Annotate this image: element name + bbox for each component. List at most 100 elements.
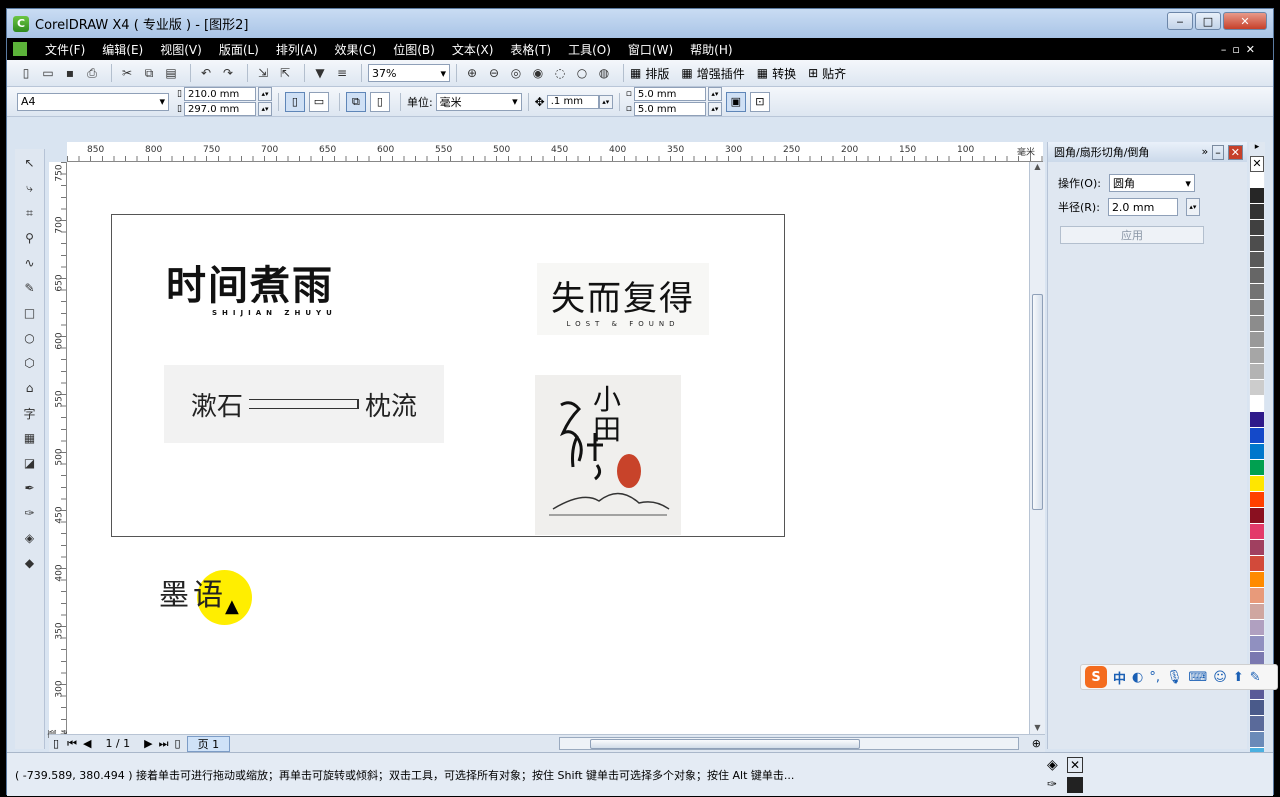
page-height-field[interactable]: 297.0 mm <box>183 102 256 116</box>
text-moyu[interactable]: 墨语 <box>159 570 227 614</box>
prev-page-icon[interactable]: ◀ <box>83 737 91 750</box>
color-palette[interactable]: ▸ ✕ <box>1249 142 1265 764</box>
nudge-spinner[interactable]: ▴▾ <box>598 94 613 109</box>
palette-swatch[interactable] <box>1250 188 1264 204</box>
outline-color-swatch[interactable] <box>1067 777 1083 793</box>
all-pages-button[interactable]: ⧉ <box>345 91 366 112</box>
palette-swatch[interactable] <box>1250 172 1264 188</box>
palette-swatch[interactable] <box>1250 380 1264 396</box>
outline-indicator-icon[interactable]: ✑ <box>1047 777 1057 791</box>
palette-swatch[interactable] <box>1250 460 1264 476</box>
zoom-page-icon[interactable]: ◌ <box>551 64 569 82</box>
portrait-button[interactable]: ▯ <box>284 91 305 112</box>
zoom-in-icon[interactable]: ⊕ <box>463 64 481 82</box>
palette-swatch[interactable] <box>1250 252 1264 268</box>
export-icon[interactable]: ⇱ <box>276 64 294 82</box>
palette-swatch[interactable] <box>1250 444 1264 460</box>
dup-x-spinner[interactable]: ▴▾ <box>707 87 722 101</box>
palette-swatch[interactable] <box>1250 300 1264 316</box>
palette-swatch[interactable] <box>1250 364 1264 380</box>
redo-icon[interactable]: ↷ <box>219 64 237 82</box>
navigator-icon[interactable]: ⊕ <box>1032 737 1041 750</box>
page-frame[interactable]: 时间煮雨 SHIJIAN ZHUYU 失而复得 LOST & FOUND 漱石 … <box>111 214 785 537</box>
freehand-tool-icon[interactable]: ∿ <box>19 252 41 274</box>
menu-view[interactable]: 视图(V) <box>160 41 202 58</box>
menu-text[interactable]: 文本(X) <box>452 41 494 58</box>
docker-expand-icon[interactable]: » <box>1202 145 1209 160</box>
palette-swatch[interactable] <box>1250 428 1264 444</box>
palette-swatch[interactable] <box>1250 716 1264 732</box>
convert-button[interactable]: ▦ 转换 <box>757 65 796 82</box>
palette-swatch[interactable] <box>1250 524 1264 540</box>
menu-tools[interactable]: 工具(O) <box>568 41 611 58</box>
palette-swatch[interactable] <box>1250 604 1264 620</box>
palette-swatch[interactable] <box>1250 636 1264 652</box>
interactive-blend-tool-icon[interactable]: ◪ <box>19 452 41 474</box>
print-icon[interactable]: ⎙ <box>83 64 101 82</box>
docker-minimize-icon[interactable]: – <box>1212 144 1224 160</box>
landscape-button[interactable]: ▭ <box>308 91 329 112</box>
palette-swatch[interactable] <box>1250 332 1264 348</box>
microphone-icon[interactable]: 🎙 <box>1166 670 1183 685</box>
menu-table[interactable]: 表格(T) <box>510 41 551 58</box>
pick-tool-icon[interactable]: ↖ <box>19 152 41 174</box>
user-icon[interactable]: ☺ <box>1213 670 1227 685</box>
close-button[interactable]: ✕ <box>1223 12 1267 30</box>
radius-spinner[interactable]: ▴▾ <box>1185 198 1200 216</box>
menu-effects[interactable]: 效果(C) <box>334 41 376 58</box>
palette-swatch[interactable] <box>1250 236 1264 252</box>
palette-swatch[interactable] <box>1250 268 1264 284</box>
zoom-selected-icon[interactable]: ◎ <box>507 64 525 82</box>
halfwidth-icon[interactable]: ◐ <box>1132 670 1143 685</box>
palette-swatch[interactable] <box>1250 476 1264 492</box>
height-spinner[interactable]: ▴▾ <box>257 102 272 116</box>
palette-swatch[interactable] <box>1250 508 1264 524</box>
menu-arrange[interactable]: 排列(A) <box>276 41 318 58</box>
draw-objects-button[interactable]: ⊡ <box>749 91 770 112</box>
import-icon[interactable]: ⇲ <box>254 64 272 82</box>
palette-swatch[interactable] <box>1250 204 1264 220</box>
palette-swatch[interactable] <box>1250 732 1264 748</box>
document-window-controls[interactable]: –▫✕ <box>1221 43 1261 56</box>
basic-shapes-tool-icon[interactable]: ⌂ <box>19 377 41 399</box>
page-width-field[interactable]: 210.0 mm <box>183 87 256 101</box>
apply-button[interactable]: 应用 <box>1060 226 1204 244</box>
horizontal-ruler[interactable]: 850 800 750 700 650 600 550 500 450 400 … <box>67 142 1043 162</box>
duplicate-x-field[interactable]: 5.0 mm <box>633 87 706 101</box>
fill-indicator-icon[interactable]: ◈ <box>1047 757 1058 773</box>
docker-close-icon[interactable]: ✕ <box>1227 144 1243 160</box>
outline-tool-icon[interactable]: ✑ <box>19 502 41 524</box>
paper-type-combo[interactable]: A4 ▾ <box>17 92 169 111</box>
minimize-button[interactable]: ‒ <box>1167 12 1193 30</box>
table-tool-icon[interactable]: ▦ <box>19 427 41 449</box>
width-spinner[interactable]: ▴▾ <box>257 87 272 101</box>
palette-swatch[interactable] <box>1250 492 1264 508</box>
copy-icon[interactable]: ⧉ <box>140 64 158 82</box>
palette-swatch[interactable] <box>1250 396 1264 412</box>
crop-tool-icon[interactable]: ⌗ <box>19 202 41 224</box>
undo-icon[interactable]: ↶ <box>197 64 215 82</box>
palette-swatch[interactable] <box>1250 556 1264 572</box>
palette-swatch[interactable] <box>1250 316 1264 332</box>
save-icon[interactable]: ▪ <box>61 64 79 82</box>
menu-window[interactable]: 窗口(W) <box>628 41 673 58</box>
radius-field[interactable]: 2.0 mm <box>1107 198 1178 216</box>
menu-help[interactable]: 帮助(H) <box>690 41 732 58</box>
palette-swatch[interactable] <box>1250 588 1264 604</box>
polygon-tool-icon[interactable]: ⬡ <box>19 352 41 374</box>
dup-y-spinner[interactable]: ▴▾ <box>707 102 722 116</box>
units-combo[interactable]: 毫米 ▾ <box>435 92 522 111</box>
palette-swatch[interactable] <box>1250 700 1264 716</box>
horizontal-scrollbar[interactable] <box>559 737 1019 750</box>
palette-swatch[interactable] <box>1250 284 1264 300</box>
no-color-swatch[interactable]: ✕ <box>1250 156 1264 172</box>
maximize-button[interactable]: □ <box>1195 12 1221 30</box>
open-folder-icon[interactable]: ▭ <box>39 64 57 82</box>
page-tab[interactable]: 页 1 <box>186 735 231 752</box>
zoom-all-icon[interactable]: ◉ <box>529 64 547 82</box>
horizontal-scroll-thumb[interactable] <box>590 739 860 749</box>
vertical-ruler[interactable]: 750 700 650 600 550 500 450 400 350 300 … <box>49 162 72 739</box>
logo-odawara-seal[interactable]: 小田 <box>535 375 681 535</box>
shape-tool-icon[interactable]: ⤷ <box>19 177 41 199</box>
logo-shushi-zhenliu[interactable]: 漱石 枕流 <box>164 365 444 443</box>
